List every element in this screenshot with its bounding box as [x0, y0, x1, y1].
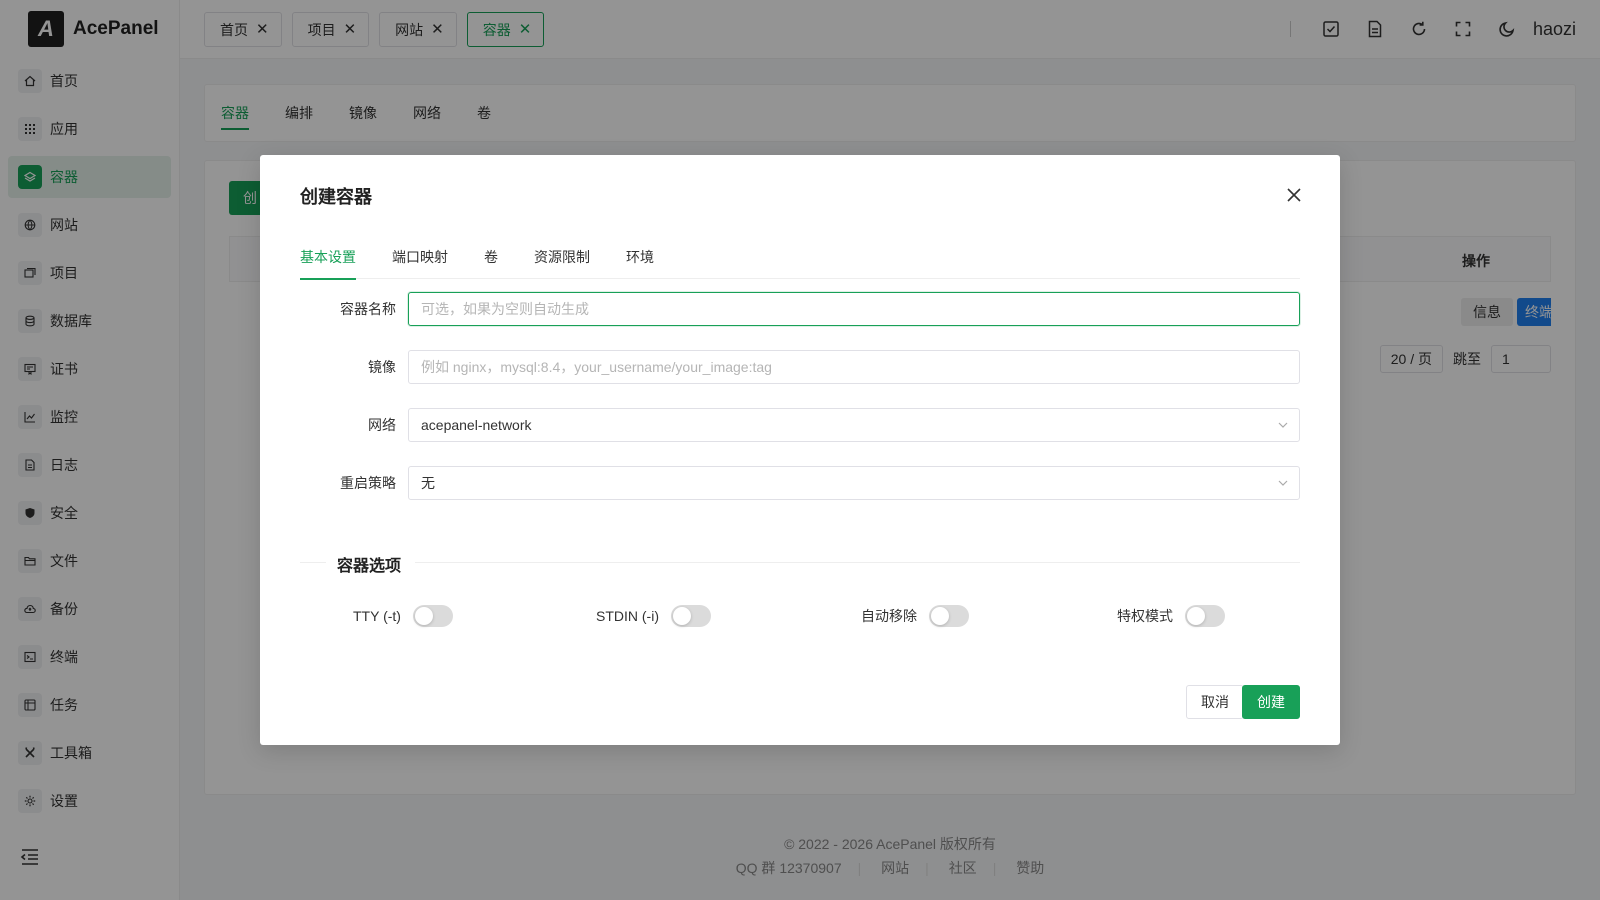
tab-volumes[interactable]: 卷	[484, 235, 498, 279]
tty-option: TTY (-t)	[353, 605, 453, 627]
image-label: 镜像	[368, 359, 396, 375]
container-name-row: 容器名称	[300, 292, 1300, 326]
network-select[interactable]: acepanel-network	[408, 408, 1300, 442]
container-options-title: 容器选项	[337, 558, 402, 575]
network-select-value: acepanel-network	[421, 417, 532, 433]
chevron-down-icon	[1278, 422, 1288, 428]
tab-resource-limits[interactable]: 资源限制	[534, 235, 590, 279]
restart-policy-label: 重启策略	[340, 475, 396, 491]
dialog-title: 创建容器	[300, 187, 372, 207]
privileged-option: 特权模式	[1117, 605, 1225, 627]
tty-label: TTY (-t)	[353, 608, 401, 624]
container-options: TTY (-t) STDIN (-i) 自动移除 特权模式	[300, 605, 1300, 629]
image-input[interactable]	[409, 351, 1299, 383]
stdin-option: STDIN (-i)	[596, 605, 711, 627]
container-options-divider: 容器选项	[300, 552, 1300, 575]
network-row: 网络 acepanel-network	[300, 408, 1300, 442]
dialog-tabs: 基本设置 端口映射 卷 资源限制 环境	[300, 235, 1300, 280]
container-name-input[interactable]	[409, 293, 1299, 325]
close-icon[interactable]	[1284, 185, 1304, 205]
privileged-switch[interactable]	[1185, 605, 1225, 627]
chevron-down-icon	[1278, 480, 1288, 486]
auto-remove-switch[interactable]	[929, 605, 969, 627]
restart-policy-value: 无	[421, 475, 435, 491]
tab-basic-settings[interactable]: 基本设置	[300, 235, 356, 280]
network-label: 网络	[368, 417, 396, 433]
stdin-switch[interactable]	[671, 605, 711, 627]
stdin-label: STDIN (-i)	[596, 608, 659, 624]
restart-policy-select[interactable]: 无	[408, 466, 1300, 500]
privileged-label: 特权模式	[1117, 608, 1173, 624]
tab-port-mapping[interactable]: 端口映射	[392, 235, 448, 279]
auto-remove-option: 自动移除	[861, 605, 969, 627]
image-row: 镜像	[300, 350, 1300, 384]
image-field	[408, 350, 1300, 384]
tty-switch[interactable]	[412, 605, 453, 627]
restart-policy-row: 重启策略 无	[300, 466, 1300, 500]
create-container-dialog: 创建容器 基本设置 端口映射 卷 资源限制 环境 容器名称 镜像 网络 acep…	[260, 155, 1340, 745]
container-name-field	[408, 292, 1300, 326]
auto-remove-label: 自动移除	[861, 608, 917, 624]
tab-environment[interactable]: 环境	[626, 235, 654, 279]
container-name-label: 容器名称	[340, 301, 396, 317]
create-button[interactable]: 创建	[1242, 685, 1300, 719]
cancel-button[interactable]: 取消	[1186, 685, 1244, 719]
